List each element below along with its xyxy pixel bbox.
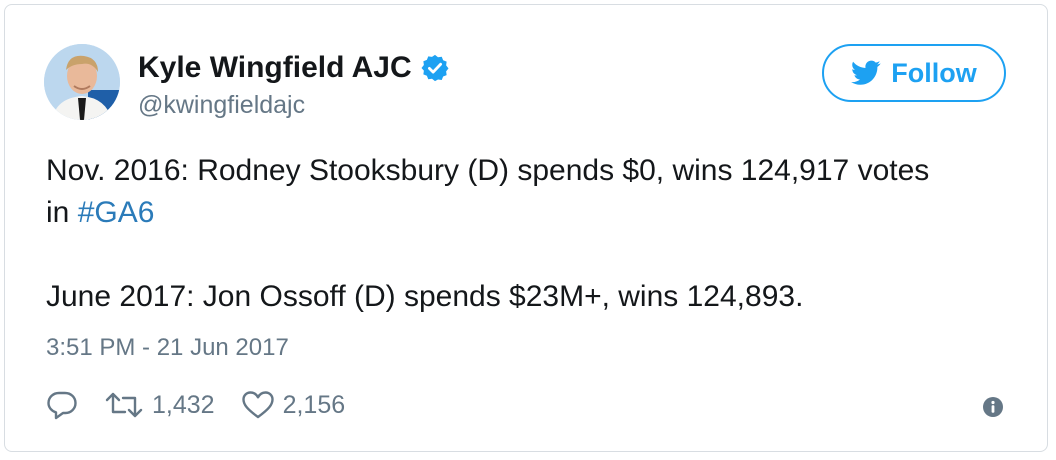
retweet-icon: [105, 392, 143, 418]
tweet-text: Nov. 2016: Rodney Stooksbury (D) spends …: [46, 150, 1026, 318]
twitter-bird-icon: [851, 60, 881, 85]
like-button[interactable]: 2,156: [241, 390, 346, 420]
timestamp[interactable]: 3:51 PM - 21 Jun 2017: [46, 334, 289, 362]
heart-icon: [241, 391, 274, 419]
tweet-line-3: June 2017: Jon Ossoff (D) spends $23M+, …: [46, 280, 804, 313]
tweet-line-2: in #GA6: [46, 192, 1026, 234]
info-icon[interactable]: [982, 396, 1004, 418]
action-bar: 1,432 2,156: [46, 390, 371, 420]
retweet-button[interactable]: 1,432: [104, 390, 215, 420]
avatar[interactable]: [44, 44, 120, 120]
tweet-line-1: Nov. 2016: Rodney Stooksbury (D) spends …: [46, 154, 930, 187]
verified-badge-icon: [421, 54, 449, 82]
follow-button[interactable]: Follow: [822, 44, 1006, 102]
follow-label: Follow: [891, 57, 977, 88]
hashtag-link[interactable]: #GA6: [78, 196, 155, 229]
like-count: 2,156: [282, 390, 346, 419]
user-handle[interactable]: @kwingfieldajc: [138, 90, 305, 120]
reply-button[interactable]: [46, 390, 78, 420]
tweet-line-2-prefix: in: [46, 196, 78, 229]
name-row: Kyle Wingfield AJC: [138, 50, 450, 86]
display-name[interactable]: Kyle Wingfield AJC: [138, 50, 412, 86]
reply-icon: [47, 391, 77, 420]
retweet-count: 1,432: [152, 390, 215, 419]
avatar-photo: [44, 44, 120, 120]
